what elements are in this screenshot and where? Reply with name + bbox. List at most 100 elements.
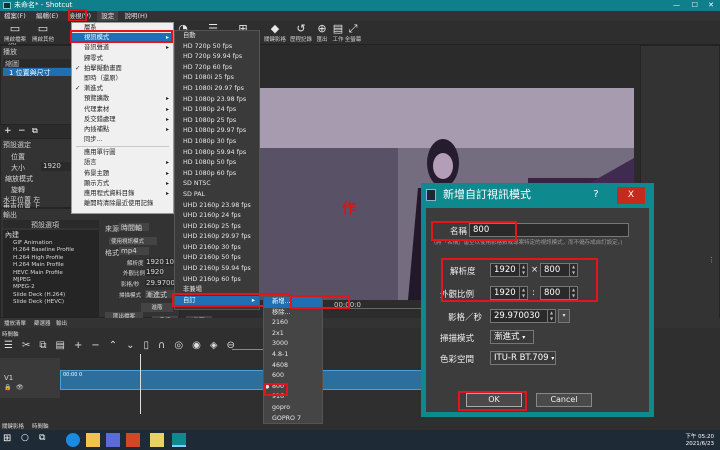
colorspace-select[interactable]: ITU-R BT.709 ▾ bbox=[490, 351, 556, 365]
video-mode-item[interactable]: UHD 2160p 30 fps bbox=[175, 243, 259, 254]
playhead[interactable] bbox=[140, 354, 141, 414]
video-mode-item[interactable]: HD 1080p 23.98 fps bbox=[175, 95, 259, 106]
advanced-button[interactable]: 進階 bbox=[141, 303, 173, 312]
custom-mode-item[interactable]: 600 bbox=[264, 371, 322, 382]
fullscreen-button[interactable]: ⤢ 全螢幕 bbox=[340, 22, 366, 43]
video-mode-item[interactable]: UHD 2160p 50 fps bbox=[175, 253, 259, 264]
settings-menu-item[interactable]: 語言 ▸ bbox=[72, 158, 173, 168]
tab-output[interactable]: 輸出 bbox=[56, 319, 67, 327]
custom-mode-item[interactable]: 移除... bbox=[264, 308, 322, 319]
video-mode-item[interactable]: HD 1080p 30 fps bbox=[175, 137, 259, 148]
close-icon[interactable]: ✕ bbox=[708, 0, 714, 11]
export-aspect-w[interactable]: 1920 bbox=[145, 268, 164, 276]
tab-keyframes[interactable]: 關鍵影格 bbox=[2, 422, 24, 430]
windows-start-icon[interactable]: ⊞ bbox=[3, 433, 17, 447]
explorer-icon[interactable] bbox=[86, 433, 100, 447]
search-icon[interactable]: ○ bbox=[21, 433, 35, 447]
video-mode-item[interactable]: UHD 2160p 59.94 fps bbox=[175, 264, 259, 275]
menu-icon[interactable]: ☰ bbox=[4, 340, 22, 351]
spin-icon[interactable]: ▲ ▼ bbox=[569, 264, 577, 276]
menu-edit[interactable]: 編輯(E) bbox=[32, 11, 62, 21]
video-mode-item[interactable]: UHD 2160p 60 fps bbox=[175, 275, 259, 286]
size-input[interactable]: 1920 bbox=[41, 162, 71, 171]
settings-menu-item[interactable]: 反交錯處理 ▸ bbox=[72, 115, 173, 125]
ok-button[interactable]: OK bbox=[466, 393, 522, 407]
keyframes-button[interactable]: ◆ 關鍵影格 bbox=[262, 22, 288, 43]
tab-timeline[interactable]: 時間軸 bbox=[32, 422, 49, 430]
shotcut-taskbar-icon[interactable] bbox=[172, 433, 186, 447]
video-mode-item[interactable]: UHD 2160p 23.98 fps bbox=[175, 201, 259, 212]
menu-help[interactable]: 說明(H) bbox=[120, 11, 151, 21]
custom-mode-item[interactable]: 3000 bbox=[264, 339, 322, 350]
task-view-icon[interactable]: ⧉ bbox=[39, 433, 53, 447]
cut-icon[interactable]: ✂ bbox=[22, 340, 39, 351]
ripple-icon[interactable]: ◉ bbox=[192, 340, 210, 351]
export-res-w[interactable]: 1920 bbox=[145, 258, 164, 266]
use-video-mode-button[interactable]: 使用視訊模式 bbox=[109, 237, 157, 245]
fps-menu-button[interactable]: ▾ bbox=[558, 309, 570, 323]
settings-menu-item[interactable]: 離開時清除最近使用記錄 bbox=[72, 199, 173, 209]
spin-icon[interactable]: ▲ ▼ bbox=[569, 287, 577, 299]
video-mode-item[interactable]: HD 1080p 25 fps bbox=[175, 116, 259, 127]
paste-icon[interactable]: ▤ bbox=[56, 340, 74, 351]
settings-menu-item[interactable]: 代理素材 ▸ bbox=[72, 105, 173, 115]
lock-icon[interactable]: 🔒 bbox=[4, 384, 11, 391]
app-icon-yellow[interactable] bbox=[150, 433, 164, 447]
preset-item[interactable]: H.264 High Profile bbox=[3, 255, 99, 262]
custom-mode-item[interactable]: 新增... bbox=[264, 297, 322, 308]
edge-icon[interactable] bbox=[66, 433, 80, 447]
settings-menu-item[interactable]: 即時（還原） bbox=[72, 74, 173, 84]
settings-menu-item[interactable]: 應用單行圖 bbox=[72, 148, 173, 158]
video-mode-item[interactable]: HD 720p 60 fps bbox=[175, 63, 259, 74]
settings-menu-item[interactable]: ✓ 拍擊擬動畫面 bbox=[72, 64, 173, 74]
preset-item[interactable]: GIF Animation bbox=[3, 240, 99, 247]
video-mode-item[interactable]: HD 1080p 59.94 fps bbox=[175, 148, 259, 159]
custom-mode-item[interactable]: 916 bbox=[264, 392, 322, 403]
settings-menu-item[interactable]: 音訊聲道 ▸ bbox=[72, 43, 173, 53]
preset-item[interactable]: Slide Deck (H.264) bbox=[3, 292, 99, 299]
eye-icon[interactable]: 👁 bbox=[16, 384, 24, 391]
preset-item[interactable]: H.264 Main Profile bbox=[3, 262, 99, 269]
settings-menu-item[interactable]: 顯示方式 ▸ bbox=[72, 179, 173, 189]
video-mode-item[interactable]: HD 1080p 24 fps bbox=[175, 105, 259, 116]
append-icon[interactable]: + bbox=[74, 340, 91, 351]
settings-menu-item[interactable]: 同步... bbox=[72, 135, 173, 145]
preset-item[interactable]: H.264 Baseline Profile bbox=[3, 247, 99, 254]
settings-menu-item[interactable]: ✓ 漸進式 bbox=[72, 84, 173, 94]
video-mode-item[interactable]: HD 1080p 60 fps bbox=[175, 169, 259, 180]
menu-view[interactable]: 檢視(V) bbox=[64, 11, 95, 21]
settings-menu-item[interactable]: 應用程式資料目錄 ▸ bbox=[72, 189, 173, 199]
preset-item[interactable]: Slide Deck (HEVC) bbox=[3, 299, 99, 306]
spin-icon[interactable]: ▲ ▼ bbox=[519, 287, 527, 299]
video-mode-item[interactable]: HD 720p 50 fps bbox=[175, 42, 259, 53]
menu-file[interactable]: 檔案(F) bbox=[0, 11, 30, 21]
custom-mode-item[interactable]: ● 800 bbox=[264, 382, 322, 393]
video-mode-item[interactable]: HD 1080p 50 fps bbox=[175, 158, 259, 169]
open-other-button[interactable]: ▭ 開啟其他 bbox=[30, 22, 56, 43]
spin-icon[interactable]: ▲ ▼ bbox=[519, 264, 527, 276]
snap-icon[interactable]: ∩ bbox=[158, 340, 174, 351]
video-mode-item[interactable]: HD 1080p 29.97 fps bbox=[175, 126, 259, 137]
custom-mode-item[interactable]: 4608 bbox=[264, 361, 322, 372]
preset-item[interactable]: HEVC Main Profile bbox=[3, 270, 99, 277]
preset-item[interactable]: MJPEG bbox=[3, 277, 99, 284]
ripple-all-icon[interactable]: ◈ bbox=[210, 340, 227, 351]
copy-icon[interactable]: ⧉ bbox=[32, 126, 38, 136]
custom-mode-item[interactable]: 4.8-1 bbox=[264, 350, 322, 361]
video-mode-item[interactable]: 非兼場 bbox=[175, 285, 259, 296]
custom-mode-item[interactable]: gopro bbox=[264, 403, 322, 414]
custom-mode-item[interactable]: 2160 bbox=[264, 318, 322, 329]
settings-menu-item[interactable]: 歸零式 bbox=[72, 54, 173, 64]
menu-settings[interactable]: 設定 bbox=[97, 11, 119, 21]
scan-mode-select[interactable]: 漸進式 ▾ bbox=[490, 330, 534, 344]
video-mode-item[interactable]: UHD 2160p 25 fps bbox=[175, 222, 259, 233]
video-mode-item[interactable]: 自訂 ▸ bbox=[175, 295, 259, 307]
copy-clip-icon[interactable]: ⧉ bbox=[39, 340, 55, 351]
settings-menu-item[interactable]: 內插補點 ▸ bbox=[72, 125, 173, 135]
custom-mode-item[interactable]: 2x1 bbox=[264, 329, 322, 340]
preset-item[interactable]: MPEG-2 bbox=[3, 284, 99, 291]
resolution-width-input[interactable]: 1920 ▲ ▼ bbox=[490, 263, 528, 277]
minimize-icon[interactable]: — bbox=[673, 0, 680, 11]
video-mode-item[interactable]: HD 720p 59.94 fps bbox=[175, 52, 259, 63]
video-mode-item[interactable]: SD NTSC bbox=[175, 179, 259, 190]
